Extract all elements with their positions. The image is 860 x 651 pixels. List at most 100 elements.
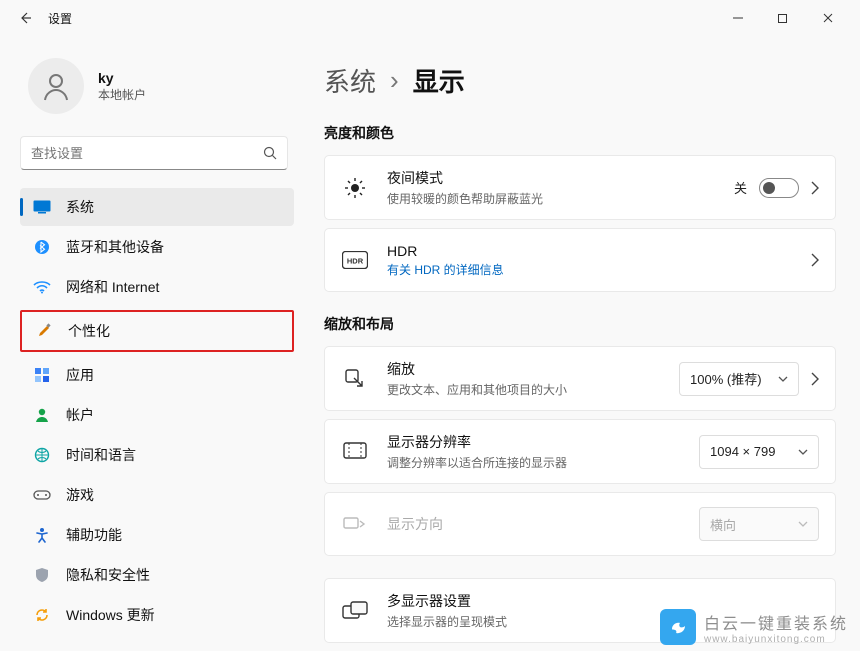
multi-title: 多显示器设置 — [387, 591, 819, 611]
nav-label: 网络和 Internet — [66, 277, 159, 297]
resolution-select[interactable]: 1094 × 799 — [699, 435, 819, 469]
card-night-mode[interactable]: 夜间模式 使用较暖的颜色帮助屏蔽蓝光 关 — [324, 155, 836, 220]
nav-bluetooth[interactable]: 蓝牙和其他设备 — [20, 228, 294, 266]
breadcrumb-leaf: 显示 — [413, 62, 465, 99]
orientation-title: 显示方向 — [387, 514, 699, 534]
bluetooth-icon — [32, 237, 52, 257]
maximize-button[interactable] — [760, 3, 805, 33]
chevron-down-icon — [798, 521, 808, 527]
shield-icon — [32, 565, 52, 585]
card-scale[interactable]: 缩放 更改文本、应用和其他项目的大小 100% (推荐) — [324, 346, 836, 411]
scale-select[interactable]: 100% (推荐) — [679, 362, 799, 396]
chevron-right-icon — [811, 181, 819, 195]
close-button[interactable] — [805, 3, 850, 33]
nav-label: 系统 — [66, 197, 94, 217]
orientation-icon — [341, 510, 369, 538]
nav-list: 系统 蓝牙和其他设备 网络和 Internet 个性化 — [20, 188, 294, 634]
nav-label: 隐私和安全性 — [66, 565, 150, 585]
orientation-select: 横向 — [699, 507, 819, 541]
nav-label: 应用 — [66, 365, 94, 385]
nav-network[interactable]: 网络和 Internet — [20, 268, 294, 306]
night-state: 关 — [734, 178, 747, 197]
hdr-title: HDR — [387, 243, 811, 259]
profile-name: ky — [98, 70, 146, 86]
card-hdr[interactable]: HDR HDR 有关 HDR 的详细信息 — [324, 228, 836, 292]
minimize-icon — [732, 12, 744, 24]
chevron-down-icon — [778, 376, 788, 382]
hdr-link[interactable]: 有关 HDR 的详细信息 — [387, 261, 811, 278]
back-button[interactable] — [10, 3, 40, 33]
chevron-down-icon — [798, 449, 808, 455]
nav-apps[interactable]: 应用 — [20, 356, 294, 394]
window-title: 设置 — [48, 10, 72, 27]
profile-subtitle: 本地帐户 — [98, 86, 146, 103]
night-toggle[interactable] — [759, 178, 799, 198]
apps-icon — [32, 365, 52, 385]
nav-label: 帐户 — [66, 405, 94, 425]
search-box[interactable] — [20, 136, 288, 170]
section-brightness-title: 亮度和颜色 — [324, 123, 836, 143]
scale-title: 缩放 — [387, 359, 679, 379]
wifi-icon — [32, 277, 52, 297]
monitor-icon — [32, 197, 52, 217]
nav-label: 蓝牙和其他设备 — [66, 237, 164, 257]
chevron-right-icon — [811, 372, 819, 386]
nav-label: 时间和语言 — [66, 445, 136, 465]
watermark-logo-icon — [660, 609, 696, 645]
nav-label: 个性化 — [68, 321, 110, 341]
nav-gaming[interactable]: 游戏 — [20, 476, 294, 514]
hdr-icon: HDR — [341, 246, 369, 274]
scale-icon — [341, 365, 369, 393]
profile-block[interactable]: ky 本地帐户 — [20, 46, 294, 132]
gamepad-icon — [32, 485, 52, 505]
chevron-right-icon — [811, 253, 819, 267]
breadcrumb-root[interactable]: 系统 — [324, 62, 376, 99]
nav-system[interactable]: 系统 — [20, 188, 294, 226]
nav-label: 辅助功能 — [66, 525, 122, 545]
search-icon — [263, 146, 277, 160]
content-area: 系统 › 显示 亮度和颜色 夜间模式 使用较暖的颜色帮助屏蔽蓝光 关 — [300, 36, 860, 651]
night-title: 夜间模式 — [387, 168, 734, 188]
svg-text:HDR: HDR — [347, 257, 364, 266]
scale-value: 100% (推荐) — [690, 369, 762, 388]
highlight-box: 个性化 — [20, 310, 294, 352]
watermark-line2: www.baiyunxitong.com — [704, 634, 848, 645]
breadcrumb: 系统 › 显示 — [324, 62, 836, 99]
chevron-right-icon: › — [390, 65, 399, 96]
night-icon — [341, 174, 369, 202]
section-scale-title: 缩放和布局 — [324, 314, 836, 334]
nav-label: Windows 更新 — [66, 605, 155, 625]
night-sub: 使用较暖的颜色帮助屏蔽蓝光 — [387, 190, 734, 207]
card-orientation: 显示方向 横向 — [324, 492, 836, 556]
person-icon — [40, 70, 72, 102]
search-input[interactable] — [31, 146, 263, 161]
nav-personalization[interactable]: 个性化 — [22, 312, 292, 350]
accessibility-icon — [32, 525, 52, 545]
card-resolution[interactable]: 显示器分辨率 调整分辨率以适合所连接的显示器 1094 × 799 — [324, 419, 836, 484]
resolution-sub: 调整分辨率以适合所连接的显示器 — [387, 454, 699, 471]
brush-icon — [34, 321, 54, 341]
clock-globe-icon — [32, 445, 52, 465]
sidebar: ky 本地帐户 系统 蓝牙和其他设备 — [0, 36, 300, 651]
minimize-button[interactable] — [715, 3, 760, 33]
orientation-value: 横向 — [710, 515, 736, 534]
nav-update[interactable]: Windows 更新 — [20, 596, 294, 634]
nav-accessibility[interactable]: 辅助功能 — [20, 516, 294, 554]
nav-time[interactable]: 时间和语言 — [20, 436, 294, 474]
update-icon — [32, 605, 52, 625]
nav-accounts[interactable]: 帐户 — [20, 396, 294, 434]
close-icon — [822, 12, 834, 24]
resolution-icon — [341, 438, 369, 466]
nav-privacy[interactable]: 隐私和安全性 — [20, 556, 294, 594]
maximize-icon — [777, 13, 788, 24]
account-icon — [32, 405, 52, 425]
titlebar: 设置 — [0, 0, 860, 36]
resolution-value: 1094 × 799 — [710, 444, 775, 459]
avatar — [28, 58, 84, 114]
watermark: 白云一键重装系统 www.baiyunxitong.com — [660, 609, 848, 645]
multi-display-icon — [341, 597, 369, 625]
scale-sub: 更改文本、应用和其他项目的大小 — [387, 381, 679, 398]
resolution-title: 显示器分辨率 — [387, 432, 699, 452]
watermark-line1: 白云一键重装系统 — [704, 610, 848, 634]
back-icon — [17, 10, 33, 26]
